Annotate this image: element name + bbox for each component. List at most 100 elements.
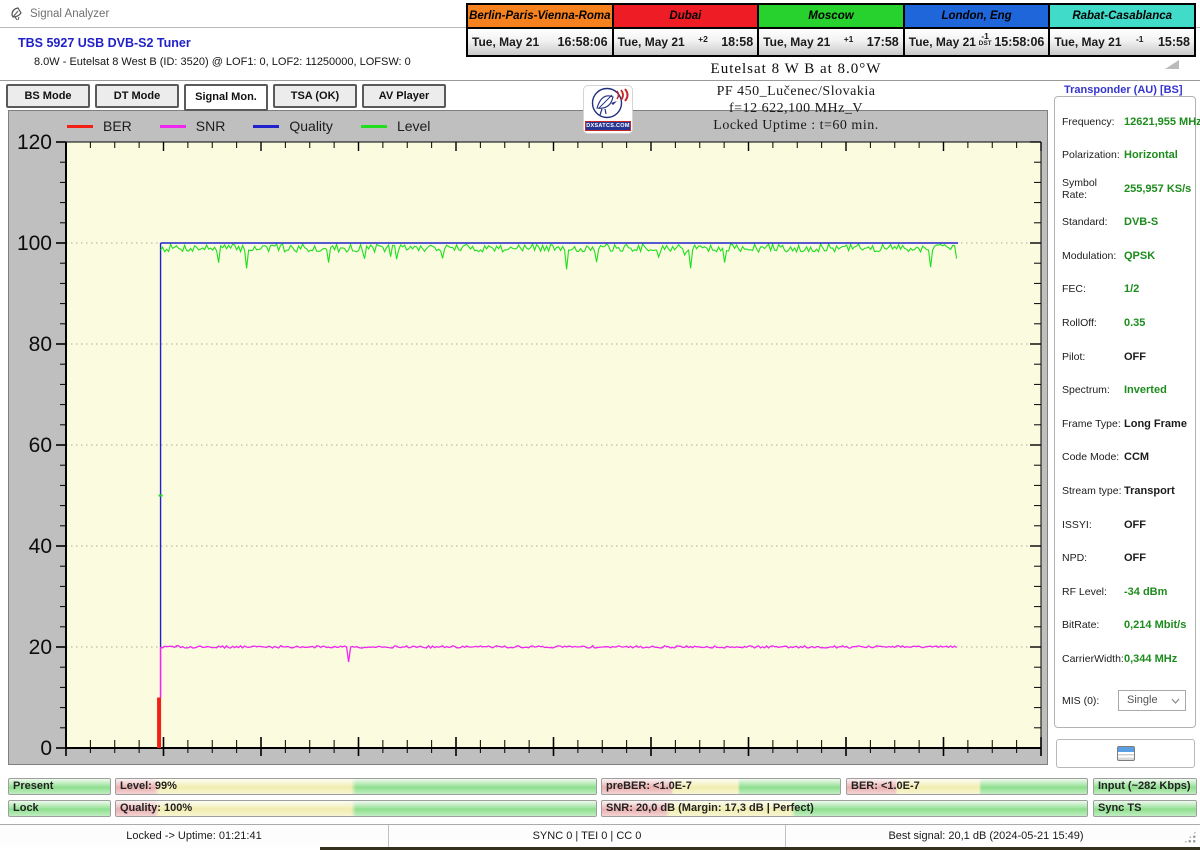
field-label: Pilot: [1062, 350, 1086, 363]
meter-label-quality: Quality: 100% [120, 802, 193, 814]
device-title: TBS 5927 USB DVB-S2 Tuner [18, 36, 191, 50]
offset-value: -1 [1135, 33, 1144, 44]
transponder-row-stream-type: Stream type: Transport [1062, 481, 1192, 502]
mis-dropdown[interactable]: Single [1118, 690, 1186, 711]
field-value: 12621,955 MHz [1124, 115, 1200, 128]
dxsatcs-logo-art [591, 87, 629, 119]
clock-time-value: 16:58:06 [557, 35, 608, 49]
dxsatcs-logo: DXSATCS.COM [583, 85, 633, 134]
meter-label-level: Level: 99% [120, 780, 177, 792]
clock-city-label: London, Eng [941, 10, 1012, 22]
export-button[interactable] [1056, 739, 1195, 768]
clock-utc-offset: -1 DST [979, 31, 992, 50]
svg-text:40: 40 [29, 535, 52, 558]
meter-label-present: Present [13, 780, 54, 792]
clock-time-row: Tue, May 21 16:58:06 Tue, May 21 +2 18:58 Tue… [468, 29, 1194, 55]
clock-date: Tue, May 21 [1054, 35, 1122, 49]
transponder-row-bitrate: BitRate: 0,214 Mbit/s [1062, 615, 1192, 636]
field-value: 0,214 Mbit/s [1124, 619, 1187, 632]
clock-time-berlin-paris-vienna-roma: Tue, May 21 16:58:06 [468, 29, 612, 55]
svg-text:60: 60 [29, 434, 52, 457]
transponder-row-symbol-rate: Symbol Rate: 255,957 KS/s [1062, 177, 1192, 201]
tab-tsa-ok[interactable]: TSA (OK) [273, 84, 357, 108]
clock-date: Tue, May 21 [763, 35, 831, 49]
tab-signal-mon[interactable]: Signal Mon. [184, 84, 268, 111]
transponder-row-standard: Standard: DVB-S [1062, 212, 1192, 233]
mis-selected-value: Single [1127, 694, 1158, 706]
field-value: -34 dBm [1124, 585, 1168, 598]
meter-label-prebber: preBER: <1.0E-7 [606, 780, 692, 792]
tab-av-player[interactable]: AV Player [362, 84, 446, 108]
pointer-artifact-icon [1165, 60, 1179, 69]
field-value: OFF [1124, 552, 1146, 565]
clock-utc-offset: +1 [844, 35, 854, 47]
clock-city-rabat-casablanca: Rabat-Casablanca [1048, 5, 1194, 27]
tab-dt-mode[interactable]: DT Mode [95, 84, 179, 108]
field-value: Long Frame [1124, 417, 1187, 430]
tab-bs-mode[interactable]: BS Mode [6, 84, 90, 108]
meter-gloss [116, 779, 596, 794]
clock-city-label: Berlin-Paris-Vienna-Roma [469, 10, 611, 22]
field-value: QPSK [1124, 249, 1156, 262]
field-label: Spectrum: [1062, 384, 1110, 397]
clock-date: Tue, May 21 [472, 35, 540, 49]
clock-city-moscow: Moscow [757, 5, 903, 27]
transponder-field-list: Frequency: 12621,955 MHz Polarization: Hori… [1062, 111, 1200, 682]
field-label: RF Level: [1062, 585, 1107, 598]
field-value: OFF [1124, 350, 1146, 363]
clock-city-dubai: Dubai [611, 5, 758, 27]
field-value: Horizontal [1124, 149, 1178, 162]
mis-row: MIS (0): Single [1062, 690, 1192, 711]
svg-text:0: 0 [40, 737, 52, 760]
svg-text:120: 120 [17, 131, 52, 154]
transponder-row-carrierwidth: CarrierWidth: 0,344 MHz [1062, 649, 1192, 670]
transponder-row-rolloff: RollOff: 0.35 [1062, 313, 1192, 334]
field-value: 0.35 [1124, 317, 1146, 330]
field-label: NPD: [1062, 552, 1088, 565]
field-label: CarrierWidth: [1062, 653, 1124, 665]
mode-tab-bar: BS Mode DT Mode Signal Mon. TSA (OK) AV Play… [6, 84, 446, 111]
status-sync-counters: SYNC 0 | TEI 0 | CC 0 [389, 825, 786, 848]
field-label: Frame Type: [1062, 417, 1121, 430]
clock-time-dubai: Tue, May 21 +2 18:58 [611, 29, 758, 55]
clock-time-moscow: Tue, May 21 +1 17:58 [757, 29, 903, 55]
offset-value: +2 [698, 33, 708, 44]
meter-prebber: preBER: <1.0E-7 [601, 778, 841, 795]
transponder-row-frame-type: Frame Type: Long Frame [1062, 413, 1192, 434]
svg-text:80: 80 [29, 333, 52, 356]
field-label: Code Mode: [1062, 451, 1120, 464]
transponder-row-npd: NPD: OFF [1062, 548, 1192, 569]
clock-city-london-eng: London, Eng [902, 5, 1049, 27]
clock-time-rabat-casablanca: Tue, May 21 -1 15:58 [1048, 29, 1194, 55]
field-value: 255,957 KS/s [1124, 182, 1192, 195]
meter-lock: Lock [8, 800, 111, 817]
table-export-icon [1116, 746, 1135, 761]
mis-label: MIS (0): [1062, 694, 1100, 707]
clock-city-label: Rabat-Casablanca [1072, 10, 1173, 22]
clock-time-value: 15:58 [1157, 35, 1190, 49]
field-value: DVB-S [1124, 216, 1159, 229]
transponder-row-frequency: Frequency: 12621,955 MHz [1062, 111, 1200, 132]
field-label: Stream type: [1062, 485, 1122, 498]
chevron-down-icon [1171, 698, 1180, 704]
status-best-signal: Best signal: 20,1 dB (2024-05-21 15:49) [888, 830, 1084, 842]
clock-city-label: Moscow [808, 10, 854, 22]
world-clock-table: Berlin-Paris-Vienna-Roma Dubai Moscow Londo… [466, 3, 1196, 57]
meter-label-input: Input (~282 Kbps) [1098, 780, 1191, 792]
field-label: FEC: [1062, 283, 1086, 296]
field-label: Frequency: [1062, 115, 1115, 128]
meter-level: Level: 99% [115, 778, 597, 795]
field-label: Modulation: [1062, 249, 1117, 262]
clock-city-label: Dubai [669, 10, 702, 22]
clock-date: Tue, May 21 [617, 35, 685, 49]
svg-text:20: 20 [29, 636, 52, 659]
meter-label-sync: Sync TS [1098, 802, 1142, 814]
transponder-row-fec: FEC: 1/2 [1062, 279, 1192, 300]
transponder-row-spectrum: Spectrum: Inverted [1062, 380, 1192, 401]
status-bar: Locked -> Uptime: 01:21:41 SYNC 0 | TEI … [0, 824, 1200, 848]
clock-time-value: 18:58 [721, 35, 754, 49]
satellite-name-line: Eutelsat 8 W B at 8.0°W [710, 61, 882, 77]
meter-input: Input (~282 Kbps) [1093, 778, 1197, 795]
field-label: ISSYI: [1062, 518, 1092, 531]
clock-time-london-eng: Tue, May 21 -1 DST 15:58:06 [902, 29, 1049, 55]
